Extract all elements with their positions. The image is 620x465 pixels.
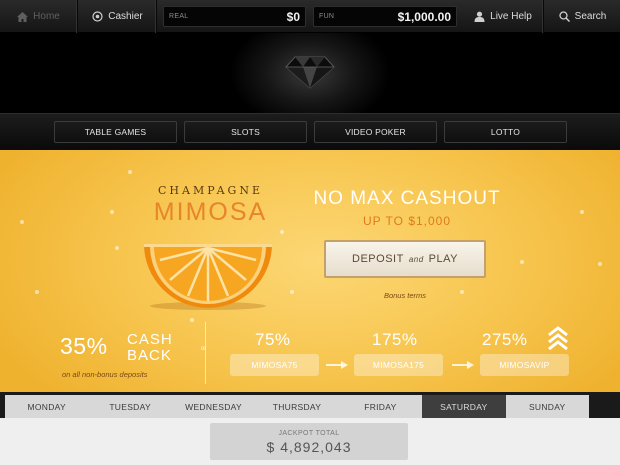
- bubble-decoration: [128, 170, 132, 174]
- bubble-decoration: [110, 210, 114, 214]
- tab-saturday[interactable]: SATURDAY: [422, 395, 506, 418]
- bonus-code-mimosavip[interactable]: MIMOSAVIP: [480, 354, 569, 376]
- bonus-code-mimosa75[interactable]: MIMOSA75: [230, 354, 319, 376]
- promo-title-large: MIMOSA: [153, 198, 268, 226]
- jackpot-area: JACKPOT TOTAL $ 4,892,043: [0, 418, 620, 465]
- tier-percent: 75%: [255, 330, 291, 349]
- real-balance-label: REAL: [169, 13, 189, 20]
- promo-subheadline: UP TO $1,000: [362, 214, 452, 228]
- top-bar: Home Cashier REAL $0 FUN $1,000.00 Live …: [0, 0, 620, 33]
- bubble-decoration: [280, 230, 284, 234]
- bubble-decoration: [190, 318, 194, 322]
- bubble-decoration: [20, 220, 24, 224]
- or-label: or: [201, 346, 207, 352]
- home-icon: [17, 11, 29, 22]
- diamond-logo[interactable]: [285, 55, 335, 89]
- cashback-label: CASH BACK: [127, 332, 173, 364]
- bonus-terms-link[interactable]: Bonus terms: [370, 291, 440, 300]
- tab-thursday[interactable]: THURSDAY: [255, 395, 338, 418]
- deposit-label: DEPOSIT: [352, 253, 404, 265]
- nav-lotto[interactable]: LOTTO: [444, 121, 567, 143]
- play-label: PLAY: [428, 253, 458, 265]
- nav-video-poker[interactable]: VIDEO POKER: [314, 121, 437, 143]
- cashback-word-2: BACK: [127, 347, 172, 364]
- tab-monday[interactable]: MONDAY: [5, 395, 88, 418]
- real-balance: REAL $0: [163, 6, 306, 27]
- cashback-percent: 35%: [60, 333, 108, 359]
- jackpot-value: $ 4,892,043: [266, 439, 352, 455]
- bubble-decoration: [598, 262, 602, 266]
- bubble-decoration: [290, 290, 294, 294]
- orange-slice-image: [144, 244, 272, 310]
- live-help-button[interactable]: Live Help: [463, 0, 544, 33]
- promo-divider: [205, 322, 206, 384]
- user-icon: [474, 11, 485, 22]
- home-label: Home: [33, 11, 60, 22]
- search-button[interactable]: Search: [545, 0, 620, 33]
- bubble-decoration: [115, 246, 119, 250]
- jackpot-box: JACKPOT TOTAL $ 4,892,043: [210, 423, 408, 460]
- fun-balance-label: FUN: [319, 13, 335, 20]
- game-nav: TABLE GAMES SLOTS VIDEO POKER LOTTO: [0, 113, 620, 150]
- deposit-and-label: and: [408, 254, 424, 264]
- arrow-right-icon: [326, 361, 348, 369]
- promo-banner: CHAMPAGNE MIMOSA NO MAX CASHOUT UP TO $1…: [0, 150, 620, 392]
- day-tabs-inner: MONDAY TUESDAY WEDNESDAY THURSDAY FRIDAY…: [5, 395, 589, 418]
- search-label: Search: [574, 11, 607, 22]
- deposit-and-play-button[interactable]: DEPOSIT and PLAY: [324, 240, 486, 278]
- day-tabs: MONDAY TUESDAY WEDNESDAY THURSDAY FRIDAY…: [0, 392, 620, 418]
- real-balance-value: $0: [286, 9, 300, 24]
- bubble-decoration: [35, 290, 39, 294]
- tab-wednesday[interactable]: WEDNESDAY: [172, 395, 255, 418]
- promo-title-small: CHAMPAGNE: [158, 184, 263, 197]
- chevron-up-icon: [548, 326, 568, 350]
- tab-sunday[interactable]: SUNDAY: [506, 395, 589, 418]
- tab-friday[interactable]: FRIDAY: [339, 395, 422, 418]
- cashback-note: on all non-bonus deposits: [62, 370, 148, 379]
- cashier-label: Cashier: [108, 11, 143, 22]
- logo-band: [0, 33, 620, 113]
- bubble-decoration: [580, 210, 584, 214]
- tier-percent: 175%: [372, 330, 418, 349]
- tab-tuesday[interactable]: TUESDAY: [88, 395, 171, 418]
- fun-balance-value: $1,000.00: [397, 9, 451, 24]
- nav-slots[interactable]: SLOTS: [184, 121, 307, 143]
- bonus-code-mimosa175[interactable]: MIMOSA175: [354, 354, 443, 376]
- fun-balance: FUN $1,000.00: [313, 6, 457, 27]
- promo-headline: NO MAX CASHOUT: [313, 188, 501, 209]
- live-help-label: Live Help: [490, 11, 532, 22]
- home-button[interactable]: Home: [0, 0, 78, 33]
- cashback-word-1: CASH: [127, 331, 173, 348]
- cashier-icon: [92, 11, 103, 22]
- cashier-button[interactable]: Cashier: [79, 0, 157, 33]
- jackpot-label: JACKPOT TOTAL: [278, 430, 340, 437]
- search-icon: [559, 11, 570, 22]
- tier-percent: 275%: [482, 330, 528, 349]
- bubble-decoration: [520, 260, 524, 264]
- bubble-decoration: [460, 290, 464, 294]
- nav-table-games[interactable]: TABLE GAMES: [54, 121, 177, 143]
- arrow-right-icon: [452, 361, 474, 369]
